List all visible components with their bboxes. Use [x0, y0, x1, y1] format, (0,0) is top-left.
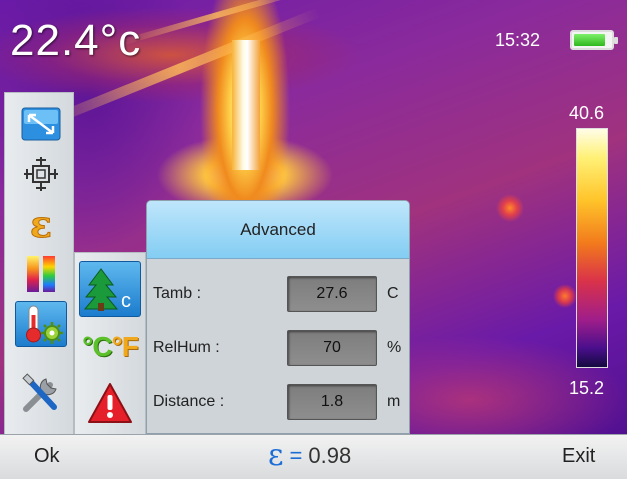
tamb-unit: C [387, 285, 399, 302]
tool-settings[interactable] [15, 371, 67, 417]
svg-text:c: c [121, 290, 131, 311]
hot-pipe [232, 40, 260, 170]
distance-unit: m [387, 393, 401, 410]
battery-level [574, 34, 605, 46]
exit-softkey[interactable]: Exit [562, 445, 595, 468]
relhum-unit: % [387, 339, 402, 356]
celsius-glyph: °C [82, 331, 112, 362]
crosshair-icon [24, 157, 58, 191]
advanced-panel-title: Advanced [147, 201, 409, 259]
emissivity-icon: ε [30, 204, 53, 244]
battery-icon [570, 30, 618, 50]
resize-icon [21, 107, 61, 141]
sub-tool-strip: c °C°F [74, 252, 146, 434]
tool-strip: ε [4, 92, 74, 434]
celsius-fahrenheit-icon: °C°F [82, 331, 139, 363]
sub-tool-units[interactable]: °C°F [79, 319, 141, 375]
distance-row: Distance : 1.8 m [147, 375, 409, 431]
thermometer-settings-icon [26, 305, 63, 344]
emissivity-symbol-icon: ε [268, 438, 284, 473]
tool-resize[interactable] [15, 101, 67, 147]
warning-icon [88, 383, 132, 423]
relhum-label: RelHum : [153, 339, 220, 356]
color-scale-bar [576, 128, 608, 368]
distance-label: Distance : [153, 393, 225, 410]
advanced-panel: Advanced Tamb : 27.6 C RelHum : 70 % Dis… [146, 200, 410, 434]
tamb-row: Tamb : 27.6 C [147, 267, 409, 323]
ambient-temperature-icon: c [83, 268, 131, 311]
distance-value-field[interactable]: 1.8 [287, 384, 377, 420]
relhum-row: RelHum : 70 % [147, 321, 409, 377]
tamb-label: Tamb : [153, 285, 202, 302]
fahrenheit-glyph: °F [111, 331, 139, 362]
sub-tool-alarm[interactable] [79, 375, 141, 431]
tool-palette[interactable] [15, 251, 67, 297]
palette-icon [27, 256, 55, 292]
scale-min-label: 15.2 [569, 378, 605, 398]
emissivity-equals: = [289, 443, 303, 468]
tamb-value-field[interactable]: 27.6 [287, 276, 377, 312]
emissivity-value: 0.98 [308, 443, 352, 468]
ok-softkey[interactable]: Ok [34, 445, 60, 468]
bottom-softkey-bar: Ok ε = 0.98 Exit [0, 434, 627, 479]
emissivity-readout: ε = 0.98 [268, 441, 351, 471]
scale-max-label: 40.6 [569, 103, 605, 123]
sub-tool-ambient[interactable]: c [79, 261, 141, 317]
tool-emissivity[interactable]: ε [15, 201, 67, 247]
relhum-value-field[interactable]: 70 [287, 330, 377, 366]
tool-thermometer-settings[interactable] [15, 301, 67, 347]
tool-crosshair[interactable] [15, 151, 67, 197]
wrench-tools-icon [22, 373, 57, 412]
clock: 15:32 [495, 30, 541, 50]
center-temperature: 22.4°c [10, 16, 142, 65]
svg-text:ε: ε [30, 204, 52, 244]
